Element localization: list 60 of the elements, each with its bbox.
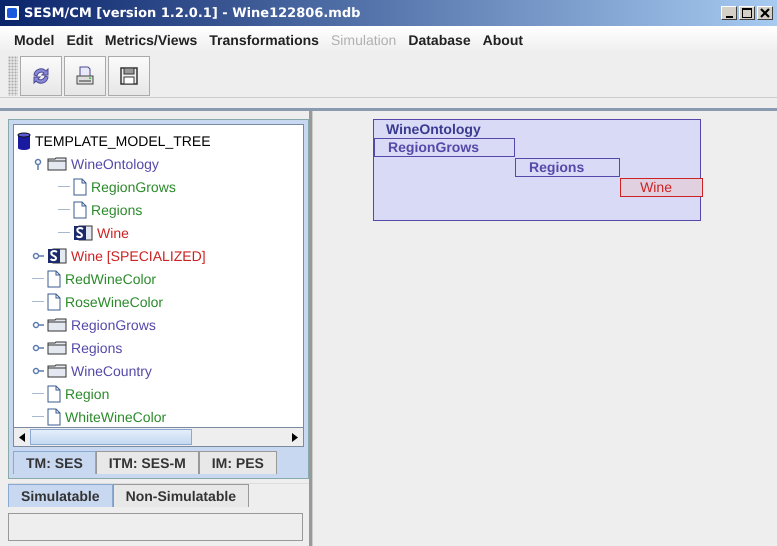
- tree-item[interactable]: WhiteWineColor: [65, 408, 166, 424]
- folder-icon: [47, 340, 67, 354]
- diagram-label: WineOntology: [386, 121, 481, 137]
- app-logo-icon: [4, 5, 20, 21]
- menu-item[interactable]: Database: [402, 32, 477, 48]
- tree-item[interactable]: Regions: [91, 202, 142, 218]
- document-icon: [47, 408, 61, 426]
- tree-root-label[interactable]: TEMPLATE_MODEL_TREE: [35, 132, 211, 148]
- menu-item[interactable]: Edit: [60, 32, 99, 48]
- document-icon: [47, 270, 61, 288]
- save-button[interactable]: [108, 56, 150, 96]
- tab[interactable]: Simulatable: [8, 484, 113, 507]
- expanded-handle-icon[interactable]: [32, 158, 44, 170]
- minimize-button[interactable]: [721, 6, 737, 20]
- print-button[interactable]: [64, 56, 106, 96]
- document-icon: [47, 384, 61, 402]
- tree-item[interactable]: RegionGrows: [71, 316, 156, 332]
- horizontal-scrollbar[interactable]: [13, 428, 304, 447]
- close-icon: [759, 7, 771, 19]
- diagram-block[interactable]: RegionGrows: [374, 138, 515, 157]
- document-icon: [73, 178, 87, 196]
- menu-item[interactable]: Metrics/Views: [98, 32, 204, 48]
- folder-icon: [47, 364, 67, 378]
- tree-item[interactable]: Region: [65, 386, 110, 402]
- diagram-block[interactable]: Regions: [515, 158, 620, 177]
- maximize-button[interactable]: [739, 6, 755, 20]
- tab[interactable]: Non-Simulatable: [112, 484, 250, 507]
- tree-item[interactable]: RegionGrows: [91, 178, 176, 194]
- s-icon: [47, 248, 67, 264]
- document-icon: [47, 292, 61, 310]
- close-button[interactable]: [757, 6, 773, 20]
- tab[interactable]: ITM: SES-M: [96, 451, 199, 474]
- tree-item[interactable]: WineCountry: [71, 362, 152, 378]
- left-arrow-icon: [19, 432, 25, 442]
- tree-item[interactable]: WineOntology: [71, 156, 159, 172]
- tree-item[interactable]: Regions: [71, 340, 122, 356]
- menu-item[interactable]: About: [476, 32, 530, 48]
- tab[interactable]: IM: PES: [198, 451, 277, 474]
- right-arrow-icon: [292, 432, 298, 442]
- toolbar-grip[interactable]: [8, 56, 18, 96]
- folder-icon: [47, 156, 67, 170]
- diagram-block[interactable]: Wine: [620, 178, 703, 197]
- diagram-block[interactable]: WineOntology RegionGrows Regions Wine: [373, 119, 701, 221]
- tab[interactable]: TM: SES: [13, 451, 96, 474]
- tree-item[interactable]: Wine: [97, 224, 129, 240]
- document-icon: [73, 200, 87, 218]
- tree-item[interactable]: RoseWineColor: [65, 294, 164, 310]
- menu-item[interactable]: Model: [8, 32, 60, 48]
- database-icon: [17, 132, 31, 150]
- maximize-icon: [741, 7, 753, 19]
- s-icon: [73, 224, 93, 240]
- printer-icon: [74, 64, 96, 86]
- scrollbar-thumb[interactable]: [30, 429, 192, 445]
- window-title: SESM/CM [version 1.2.0.1] - Wine122806.mdb: [24, 6, 362, 20]
- minimize-icon: [726, 16, 732, 18]
- menu-item[interactable]: Transformations: [203, 32, 325, 48]
- tree-item[interactable]: RedWineColor: [65, 270, 156, 286]
- tree-item[interactable]: Wine [SPECIALIZED]: [71, 248, 206, 264]
- refresh-button[interactable]: [20, 56, 62, 96]
- folder-icon: [47, 318, 67, 332]
